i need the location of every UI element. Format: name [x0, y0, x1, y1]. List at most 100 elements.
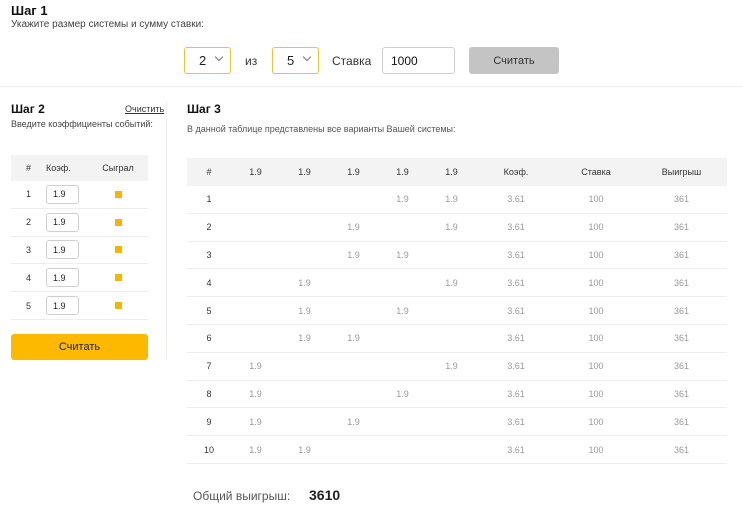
row-num: 5 [25, 300, 31, 311]
coef-cell: 1.9 [46, 240, 88, 260]
stake-cell: 100 [588, 388, 604, 399]
chevron-down-icon [302, 52, 312, 62]
event-1-cell: 1.9 [249, 416, 262, 427]
system-variants-table: # 1.9 1.9 1.9 1.9 1.9 Коэф. Ставка Выигр… [187, 158, 727, 464]
win-cell: 361 [673, 249, 690, 260]
win-cell: 361 [673, 333, 690, 344]
played-cell [88, 274, 148, 282]
row-num: 1 [206, 194, 212, 205]
step1-subtitle: Укажите размер системы и сумму ставки: [11, 19, 204, 30]
win-cell: 361 [673, 416, 690, 427]
coef-cell: 3.61 [507, 249, 525, 260]
coefficients-table: # Коэф. Сыграл 1 1.9 2 1.9 3 1.9 4 1.9 5 1.9 [11, 155, 148, 320]
system-size-select[interactable]: 2 [184, 47, 231, 74]
coef-input[interactable]: 1.9 [46, 296, 79, 316]
row-num: 1 [25, 189, 31, 200]
table-row: 8 1.9 1.9 3.61 100 361 [187, 381, 727, 409]
event-4-cell: 1.9 [396, 194, 409, 205]
table-row: 1 1.9 1.9 3.61 100 361 [187, 186, 727, 214]
header-event-1: 1.9 [249, 167, 262, 177]
coef-cell: 1.9 [46, 184, 88, 204]
clear-link[interactable]: Очистить [125, 104, 164, 114]
stake-cell: 100 [588, 194, 604, 205]
row-num: 5 [206, 305, 212, 316]
played-cell [88, 302, 148, 310]
header-num: # [206, 167, 212, 177]
event-2-cell: 1.9 [298, 333, 311, 344]
total-events-value: 5 [287, 53, 295, 68]
table-row: 4 1.9 1.9 3.61 100 361 [187, 269, 727, 298]
coefficients-table-header: # Коэф. Сыграл [11, 155, 148, 181]
coef-cell: 3.61 [507, 361, 525, 372]
row-num: 4 [25, 272, 31, 283]
event-1-cell: 1.9 [249, 444, 262, 455]
win-cell: 361 [673, 194, 690, 205]
event-1-cell: 1.9 [249, 388, 262, 399]
row-num: 3 [206, 249, 212, 260]
coef-input[interactable]: 1.9 [46, 240, 79, 260]
coef-input[interactable]: 1.9 [46, 268, 79, 288]
event-2-cell: 1.9 [298, 444, 311, 455]
coef-cell: 3.61 [507, 388, 525, 399]
coef-input[interactable]: 1.9 [46, 184, 79, 204]
event-3-cell: 1.9 [347, 416, 360, 427]
table-row: 5 1.9 1.9 3.61 100 361 [187, 297, 727, 325]
header-num: # [25, 163, 31, 173]
played-checkbox[interactable] [114, 218, 122, 226]
played-checkbox[interactable] [114, 190, 122, 198]
win-cell: 361 [673, 361, 690, 372]
event-5-cell: 1.9 [445, 222, 458, 233]
stake-cell: 100 [588, 249, 604, 260]
calculate-button-top[interactable]: Считать [469, 47, 559, 74]
total-events-select[interactable]: 5 [272, 47, 319, 74]
played-checkbox[interactable] [114, 302, 122, 310]
coef-cell: 3.61 [507, 222, 525, 233]
header-coef: Коэф. [503, 167, 529, 177]
step3-title: Шаг 3 [187, 102, 221, 116]
coef-cell: 1.9 [46, 268, 88, 288]
row-num: 3 [25, 244, 31, 255]
stake-cell: 100 [588, 277, 604, 288]
stake-cell: 100 [588, 305, 604, 316]
win-cell: 361 [673, 305, 690, 316]
played-cell [88, 246, 148, 254]
stake-cell: 100 [588, 361, 604, 372]
event-3-cell: 1.9 [347, 222, 360, 233]
win-cell: 361 [673, 277, 690, 288]
played-checkbox[interactable] [114, 274, 122, 282]
vertical-divider [166, 102, 167, 360]
played-cell [88, 190, 148, 198]
header-stake: Ставка [581, 167, 611, 177]
header-event-4: 1.9 [396, 167, 409, 177]
coef-input[interactable]: 1.9 [46, 212, 79, 232]
event-5-cell: 1.9 [445, 194, 458, 205]
event-4-cell: 1.9 [396, 388, 409, 399]
coefficient-row: 3 1.9 [11, 237, 148, 265]
played-checkbox[interactable] [114, 246, 122, 254]
stake-input[interactable]: 1000 [382, 47, 455, 74]
variants-table-header: # 1.9 1.9 1.9 1.9 1.9 Коэф. Ставка Выигр… [187, 158, 727, 186]
event-4-cell: 1.9 [396, 249, 409, 260]
header-coef: Коэф. [46, 163, 71, 173]
step2-subtitle: Введите коэффициенты событий: [11, 119, 153, 129]
win-cell: 361 [673, 388, 690, 399]
row-num: 6 [206, 333, 212, 344]
stake-label: Ставка [332, 54, 372, 68]
event-3-cell: 1.9 [347, 249, 360, 260]
of-label: из [245, 54, 258, 68]
table-row: 7 1.9 1.9 3.61 100 361 [187, 353, 727, 381]
calculate-button[interactable]: Считать [11, 334, 148, 360]
header-win: Выигрыш [661, 167, 702, 177]
event-2-cell: 1.9 [298, 277, 311, 288]
row-num: 7 [206, 361, 212, 372]
header-event-2: 1.9 [298, 167, 311, 177]
coef-cell: 3.61 [507, 416, 525, 427]
row-num: 4 [206, 277, 212, 288]
coef-cell: 3.61 [507, 305, 525, 316]
total-win-value: 3610 [309, 487, 341, 503]
section-divider [0, 86, 743, 87]
chevron-down-icon [214, 52, 224, 62]
row-num: 10 [203, 444, 214, 455]
win-cell: 361 [673, 444, 690, 455]
stake-cell: 100 [588, 222, 604, 233]
